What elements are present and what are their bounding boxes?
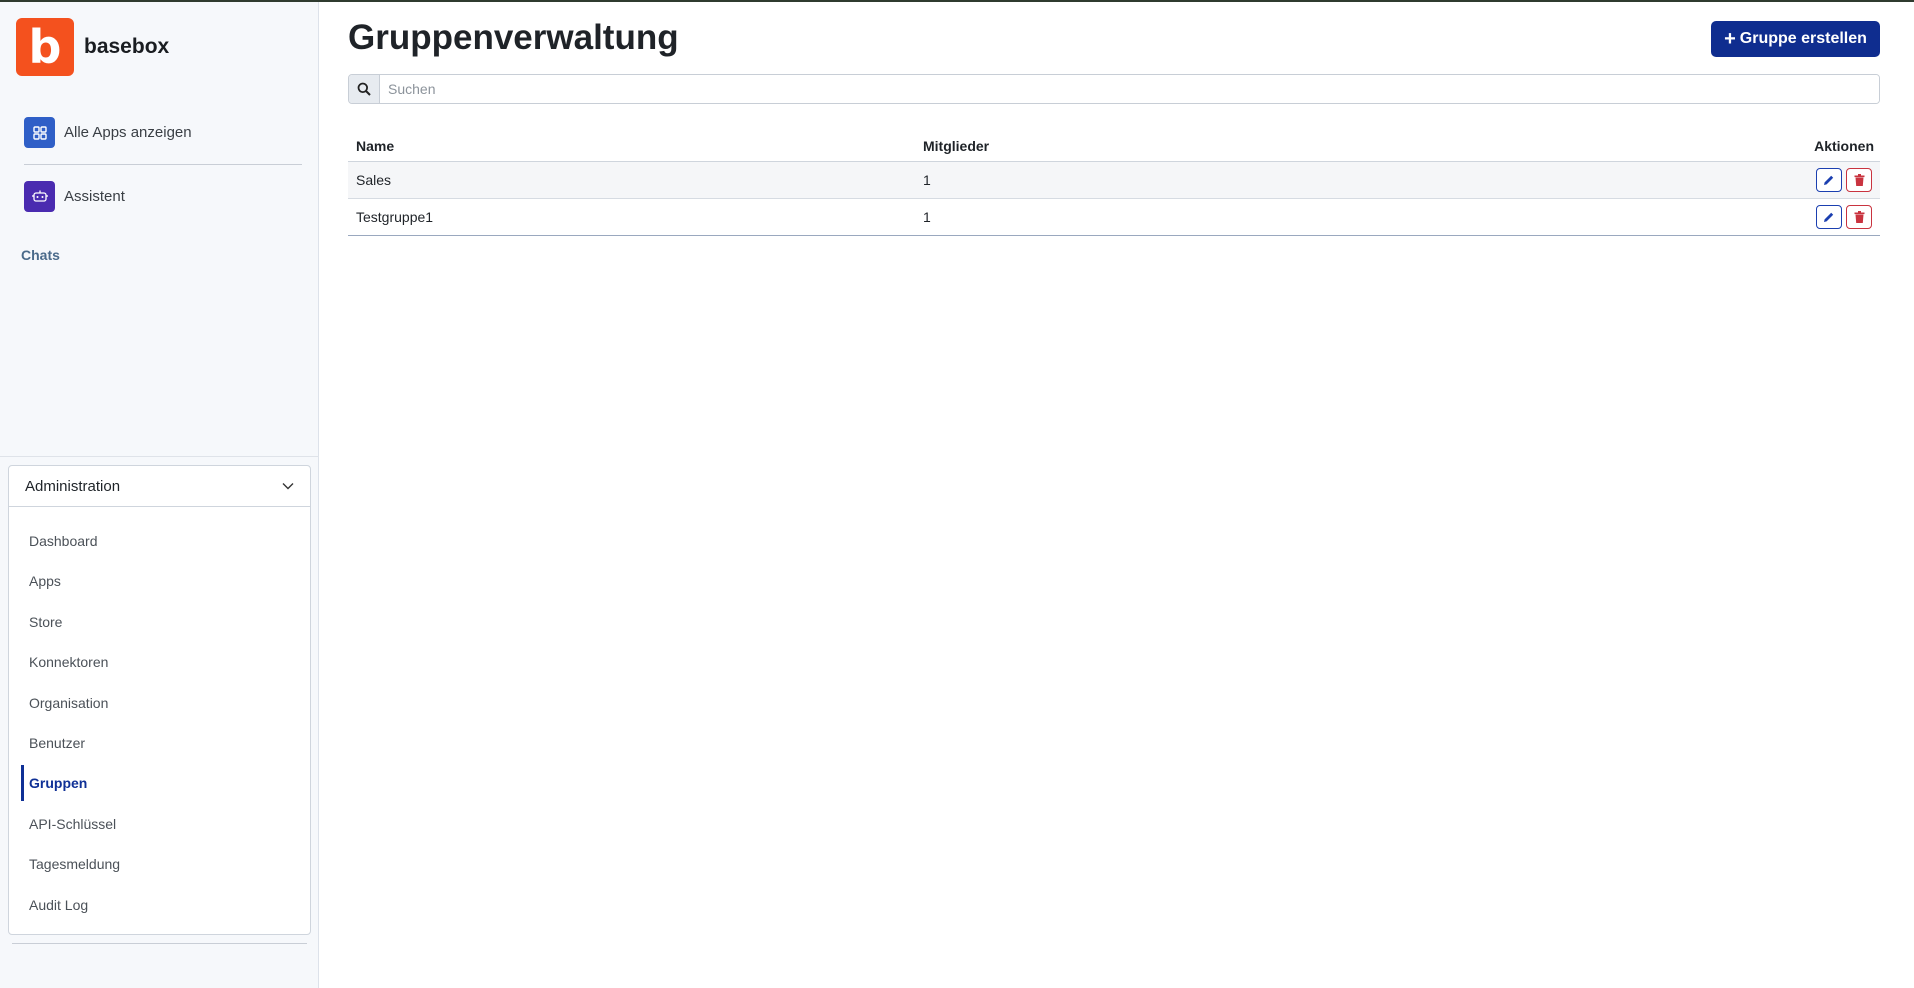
trash-icon: [1854, 174, 1864, 186]
admin-item-tagesmeldung[interactable]: Tagesmeldung: [21, 852, 291, 876]
apps-grid-icon: [24, 117, 55, 148]
admin-dropdown-toggle[interactable]: Administration: [9, 466, 310, 507]
search-icon: [349, 75, 380, 103]
brand-name: basebox: [84, 35, 170, 58]
admin-item-dashboard[interactable]: Dashboard: [21, 529, 291, 553]
search-bar: [348, 74, 1880, 104]
search-input[interactable]: [380, 75, 1879, 103]
admin-panel: Administration Dashboard Apps Store Konn…: [8, 465, 311, 935]
sidebar-item-label: Alle Apps anzeigen: [64, 124, 192, 141]
sidebar-item-all-apps[interactable]: Alle Apps anzeigen: [24, 117, 192, 148]
pencil-icon: [1824, 175, 1834, 185]
column-header-actions: Aktionen: [1814, 137, 1874, 154]
row-actions: [1760, 168, 1880, 192]
admin-item-organisation[interactable]: Organisation: [21, 691, 291, 715]
plus-icon: +: [1724, 28, 1736, 50]
column-header-name[interactable]: Name: [348, 138, 923, 154]
group-members: 1: [923, 172, 931, 188]
table-row: Sales 1: [348, 162, 1880, 199]
robot-icon: [24, 181, 55, 212]
group-name: Testgruppe1: [356, 209, 434, 225]
divider: [12, 943, 307, 944]
divider: [0, 456, 319, 457]
sidebar: b basebox Alle Apps anzeigen Assistent C…: [0, 2, 319, 988]
admin-item-api-schluessel[interactable]: API-Schlüssel: [21, 812, 291, 836]
groups-table: Name Mitglieder Aktionen Sales 1 Testgru…: [348, 130, 1880, 236]
admin-item-apps[interactable]: Apps: [21, 569, 291, 593]
group-members: 1: [923, 209, 931, 225]
column-header-members[interactable]: Mitglieder: [923, 138, 1760, 154]
table-header: Name Mitglieder Aktionen: [348, 130, 1880, 162]
admin-item-konnektoren[interactable]: Konnektoren: [21, 650, 291, 674]
main-content: Gruppenverwaltung + Gruppe erstellen Nam…: [320, 2, 1914, 988]
trash-icon: [1854, 211, 1864, 223]
group-name: Sales: [356, 172, 392, 188]
chats-heading[interactable]: Chats: [21, 247, 60, 263]
brand-logo: b: [16, 18, 74, 76]
table-row: Testgruppe1 1: [348, 199, 1880, 236]
admin-item-benutzer[interactable]: Benutzer: [21, 731, 291, 755]
admin-item-store[interactable]: Store: [21, 610, 291, 634]
pencil-icon: [1824, 212, 1834, 222]
brand[interactable]: b basebox: [16, 18, 169, 76]
divider: [24, 164, 302, 165]
admin-item-audit-log[interactable]: Audit Log: [21, 893, 291, 917]
edit-button[interactable]: [1816, 168, 1842, 192]
create-group-button[interactable]: + Gruppe erstellen: [1711, 21, 1880, 57]
admin-item-gruppen[interactable]: Gruppen: [21, 765, 291, 801]
create-group-label: Gruppe erstellen: [1739, 30, 1867, 47]
sidebar-item-assistent[interactable]: Assistent: [24, 181, 125, 212]
admin-title: Administration: [25, 477, 121, 495]
page-title: Gruppenverwaltung: [348, 18, 679, 57]
sidebar-item-label: Assistent: [64, 188, 125, 205]
chevron-down-icon: [282, 477, 294, 495]
row-actions: [1760, 205, 1880, 229]
delete-button[interactable]: [1846, 168, 1872, 192]
delete-button[interactable]: [1846, 205, 1872, 229]
edit-button[interactable]: [1816, 205, 1842, 229]
